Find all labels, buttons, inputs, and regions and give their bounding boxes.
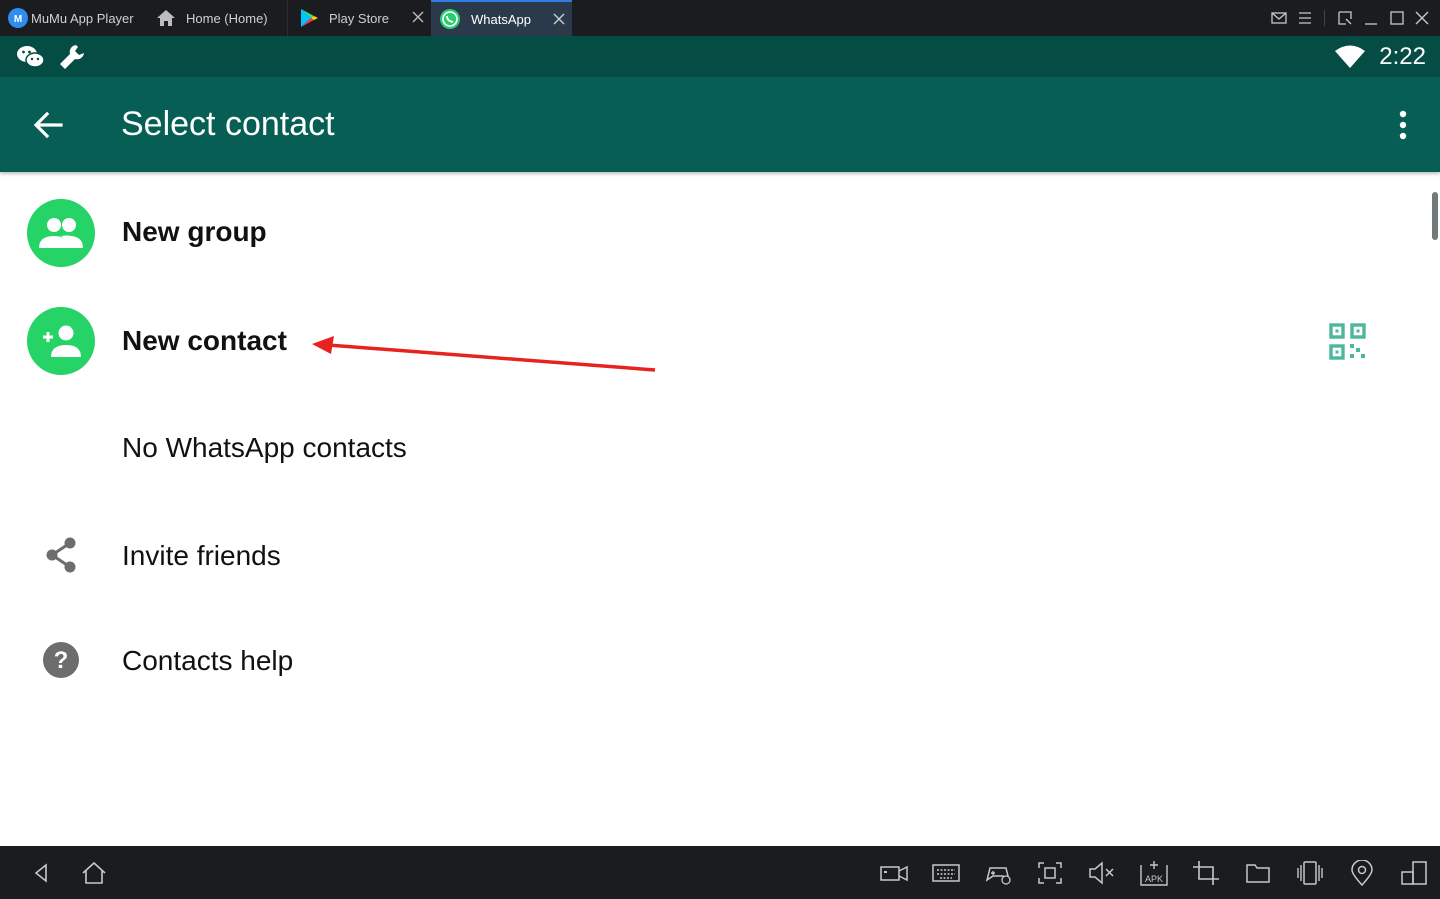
play-store-icon	[301, 9, 318, 27]
wifi-icon	[1335, 45, 1365, 68]
person-add-icon	[27, 307, 95, 375]
minimize-icon[interactable]	[1362, 9, 1380, 27]
close-icon[interactable]	[411, 10, 425, 24]
help-icon: ?	[43, 642, 79, 678]
tab-whatsapp[interactable]: WhatsApp	[431, 0, 572, 36]
qr-code-icon[interactable]	[1329, 323, 1366, 360]
android-status-bar: 2:22	[0, 36, 1440, 77]
wechat-icon	[17, 46, 45, 68]
shake-icon[interactable]	[1296, 860, 1324, 886]
home-icon	[157, 10, 175, 26]
gamepad-icon[interactable]	[984, 860, 1012, 886]
page-title: Select contact	[121, 105, 335, 143]
whatsapp-icon	[440, 9, 460, 29]
nav-home-icon[interactable]	[80, 860, 108, 886]
keyboard-icon[interactable]	[932, 860, 960, 886]
apk-install-icon[interactable]: APK	[1140, 860, 1168, 886]
tab-home-label: Home (Home)	[186, 10, 268, 26]
screenshot-icon[interactable]	[1036, 860, 1064, 886]
scrollbar[interactable]	[1432, 192, 1438, 240]
person-add-icon	[43, 325, 81, 357]
emulator-bottom-toolbar: APK	[0, 846, 1440, 899]
restore-mini-icon[interactable]	[1336, 9, 1354, 27]
svg-text:?: ?	[54, 647, 69, 674]
list-item-contacts-help[interactable]: ? Contacts help	[0, 613, 1425, 709]
location-icon[interactable]	[1348, 860, 1376, 886]
svg-text:M: M	[14, 14, 22, 25]
maximize-icon[interactable]	[1388, 9, 1406, 27]
emulator-app-logo: M MuMu App Player	[8, 0, 143, 36]
new-group-label: New group	[122, 216, 267, 247]
screen-record-icon[interactable]	[880, 860, 908, 886]
close-icon[interactable]	[552, 12, 566, 26]
group-icon	[27, 199, 95, 267]
wrench-icon	[60, 45, 84, 69]
new-contact-label: New contact	[122, 325, 287, 356]
mail-icon[interactable]	[1270, 9, 1288, 27]
list-item-new-contact[interactable]: New contact	[0, 293, 1425, 389]
more-vert-icon[interactable]	[1393, 109, 1413, 141]
folder-icon[interactable]	[1244, 860, 1272, 886]
multi-window-icon[interactable]	[1400, 860, 1428, 886]
svg-text:APK: APK	[1145, 874, 1163, 884]
tab-play-store[interactable]: Play Store	[289, 0, 431, 36]
mumu-logo-icon: M	[8, 8, 28, 28]
tab-home[interactable]: Home (Home)	[150, 0, 288, 36]
emulator-app-name: MuMu App Player	[31, 10, 134, 26]
list-item-new-group[interactable]: New group	[0, 186, 1425, 282]
menu-icon[interactable]	[1296, 9, 1314, 27]
share-icon	[46, 537, 76, 573]
tab-play-store-label: Play Store	[329, 10, 389, 26]
app-bar: Select contact	[0, 77, 1440, 172]
back-arrow-icon[interactable]	[32, 110, 64, 140]
crop-icon[interactable]	[1192, 860, 1220, 886]
divider	[1324, 10, 1325, 26]
tab-whatsapp-label: WhatsApp	[471, 11, 531, 27]
no-contacts-label: No WhatsApp contacts	[122, 432, 407, 463]
group-icon	[39, 218, 83, 248]
emulator-title-bar: M MuMu App Player Home (Home) Play Store…	[0, 0, 1440, 36]
contacts-help-label: Contacts help	[122, 645, 294, 676]
window-close-icon[interactable]	[1413, 9, 1431, 27]
nav-back-icon[interactable]	[28, 860, 56, 886]
annotation-arrow	[312, 336, 656, 372]
status-clock: 2:22	[1379, 43, 1426, 70]
list-item-no-contacts: No WhatsApp contacts	[0, 402, 1425, 498]
volume-mute-icon[interactable]	[1088, 860, 1116, 886]
invite-friends-label: Invite friends	[122, 540, 281, 571]
list-item-invite-friends[interactable]: Invite friends	[0, 508, 1425, 604]
